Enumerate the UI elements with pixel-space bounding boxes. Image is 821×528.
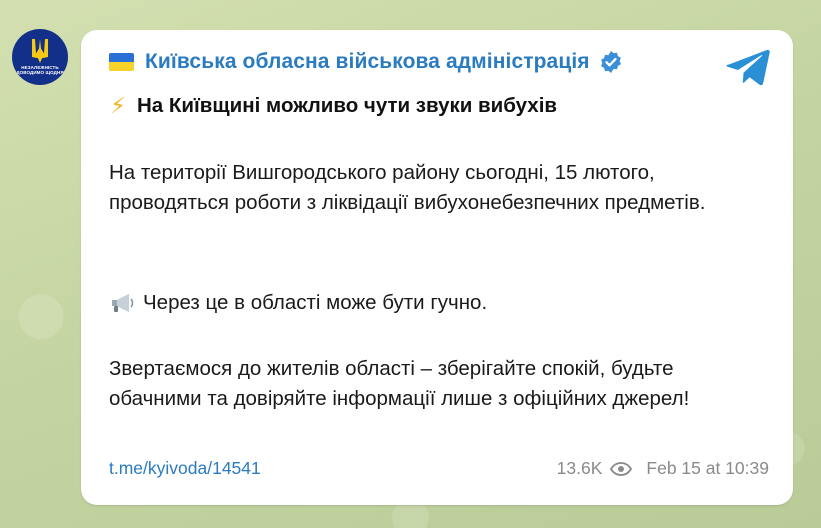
- trident-icon: [32, 39, 48, 63]
- message-header: Київська обласна військова адміністрація: [109, 50, 623, 74]
- ukraine-flag-icon: [109, 53, 134, 71]
- message-footer: t.me/kyivoda/14541 13.6K Feb 15 at 10:39: [109, 458, 769, 479]
- message-bubble: Київська обласна військова адміністрація…: [81, 30, 793, 505]
- paragraph-1: На території Вишгородського району сього…: [109, 161, 706, 214]
- views-count: 13.6K: [556, 458, 603, 478]
- megaphone-icon: [112, 294, 134, 312]
- paragraph-3: Звертаємося до жителів області – зберіга…: [109, 357, 690, 410]
- post-link[interactable]: t.me/kyivoda/14541: [109, 458, 261, 479]
- high-voltage-icon: ⚡: [110, 93, 126, 118]
- telegram-icon[interactable]: [725, 42, 773, 90]
- channel-avatar[interactable]: НЕЗАЛЕЖНІСТЬ ДОВОДИМО ЩОДНЯ: [12, 29, 68, 85]
- paragraph-2-text: Через це в області може бути гучно.: [143, 291, 488, 314]
- avatar-text: НЕЗАЛЕЖНІСТЬ ДОВОДИМО ЩОДНЯ: [16, 65, 64, 75]
- channel-name[interactable]: Київська обласна військова адміністрація: [145, 50, 590, 74]
- paragraph-2: Через це в області може бути гучно.: [109, 288, 759, 318]
- message-meta: 13.6K Feb 15 at 10:39: [557, 458, 769, 479]
- post-date: Feb 15 at 10:39: [646, 458, 769, 478]
- verified-badge-icon: [600, 51, 621, 73]
- headline-text: На Київщині можливо чути звуки вибухів: [137, 94, 557, 117]
- eye-icon: [610, 461, 633, 476]
- post-headline: ⚡ На Київщині можливо чути звуки вибухів: [109, 93, 557, 119]
